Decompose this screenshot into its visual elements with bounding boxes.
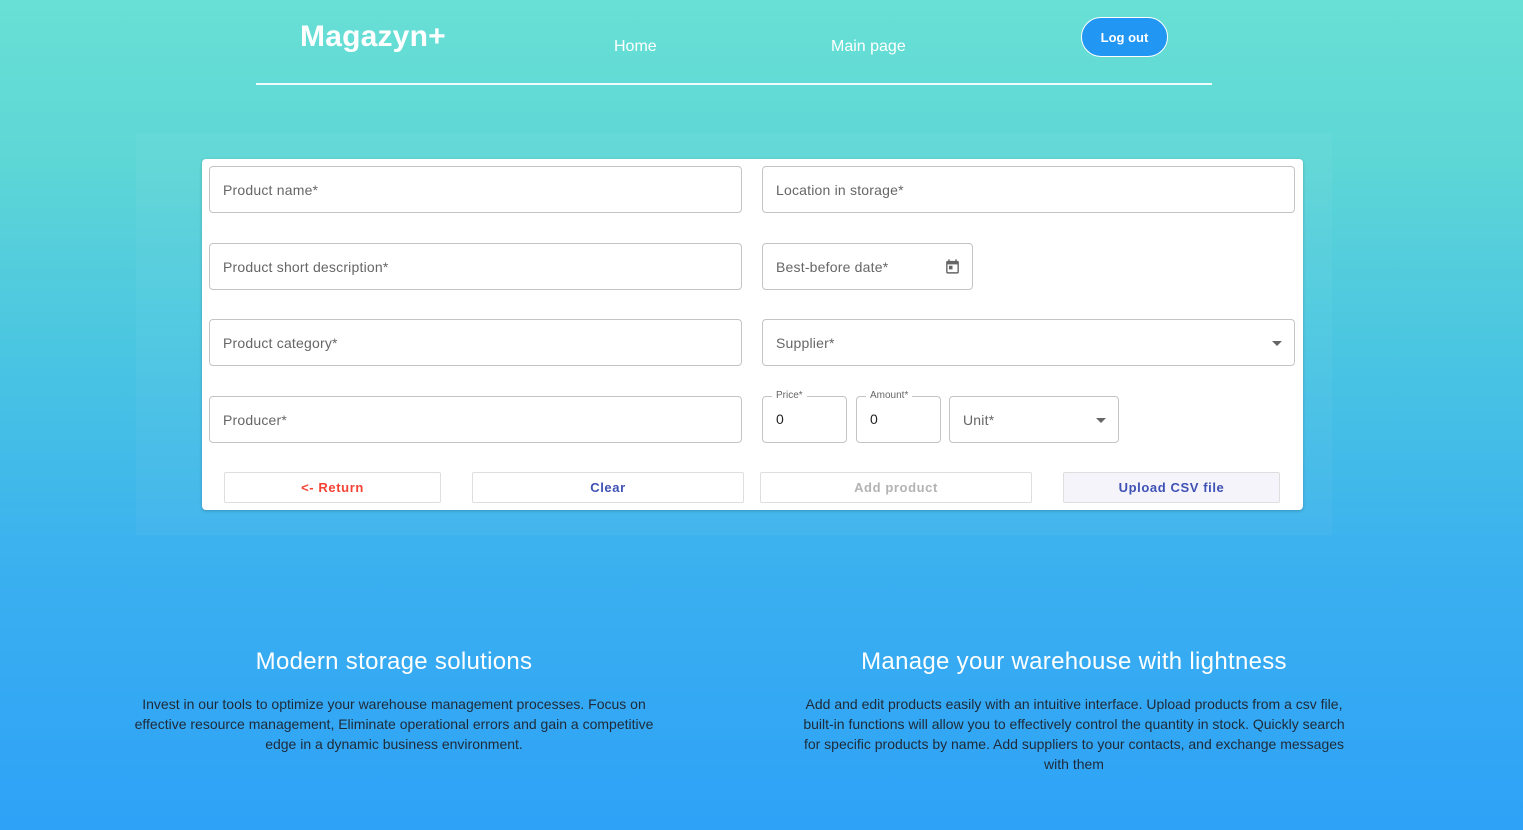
chevron-down-icon	[1096, 418, 1106, 423]
nav-main-page-link[interactable]: Main page	[831, 38, 906, 56]
return-button[interactable]: <- Return	[224, 472, 441, 503]
calendar-icon[interactable]	[944, 258, 961, 275]
top-navbar: Magazyn+ Home Main page Log out	[256, 0, 1212, 85]
price-label: Price*	[772, 390, 807, 401]
unit-label: Unit*	[963, 412, 995, 428]
info-text: Invest in our tools to optimize your war…	[134, 696, 654, 752]
upload-csv-button[interactable]: Upload CSV file	[1063, 472, 1280, 503]
nav-home-link[interactable]: Home	[614, 38, 657, 56]
supplier-select[interactable]: Supplier*	[762, 319, 1295, 366]
amount-label: Amount*	[866, 390, 913, 401]
logo: Magazyn+	[300, 20, 446, 53]
clear-button[interactable]: Clear	[472, 472, 744, 503]
price-value: 0	[776, 411, 784, 427]
chevron-down-icon	[1272, 341, 1282, 346]
location-field[interactable]: Location in storage*	[762, 166, 1295, 213]
info-text: Add and edit products easily with an int…	[803, 696, 1345, 772]
price-input[interactable]: Price* 0	[762, 390, 847, 443]
category-field[interactable]: Product category*	[209, 319, 742, 366]
info-section-storage: Modern storage solutions Invest in our t…	[120, 648, 668, 754]
best-before-label: Best-before date*	[776, 259, 889, 275]
add-product-button[interactable]: Add product	[760, 472, 1032, 503]
supplier-label: Supplier*	[776, 335, 835, 351]
unit-select[interactable]: Unit*	[949, 396, 1119, 443]
category-label: Product category*	[223, 335, 338, 351]
logout-button[interactable]: Log out	[1081, 17, 1168, 57]
producer-field[interactable]: Producer*	[209, 396, 742, 443]
info-title: Modern storage solutions	[255, 648, 533, 675]
short-description-label: Product short description*	[223, 259, 389, 275]
amount-input[interactable]: Amount* 0	[856, 390, 941, 443]
add-product-form: Product name* Location in storage* Produ…	[202, 159, 1303, 510]
info-title: Manage your warehouse with lightness	[861, 648, 1287, 675]
info-section-manage: Manage your warehouse with lightness Add…	[796, 648, 1352, 774]
amount-value: 0	[870, 411, 878, 427]
product-name-label: Product name*	[223, 182, 319, 198]
best-before-date-field[interactable]: Best-before date*	[762, 243, 973, 290]
product-name-field[interactable]: Product name*	[209, 166, 742, 213]
producer-label: Producer*	[223, 412, 288, 428]
short-description-field[interactable]: Product short description*	[209, 243, 742, 290]
location-label: Location in storage*	[776, 182, 904, 198]
